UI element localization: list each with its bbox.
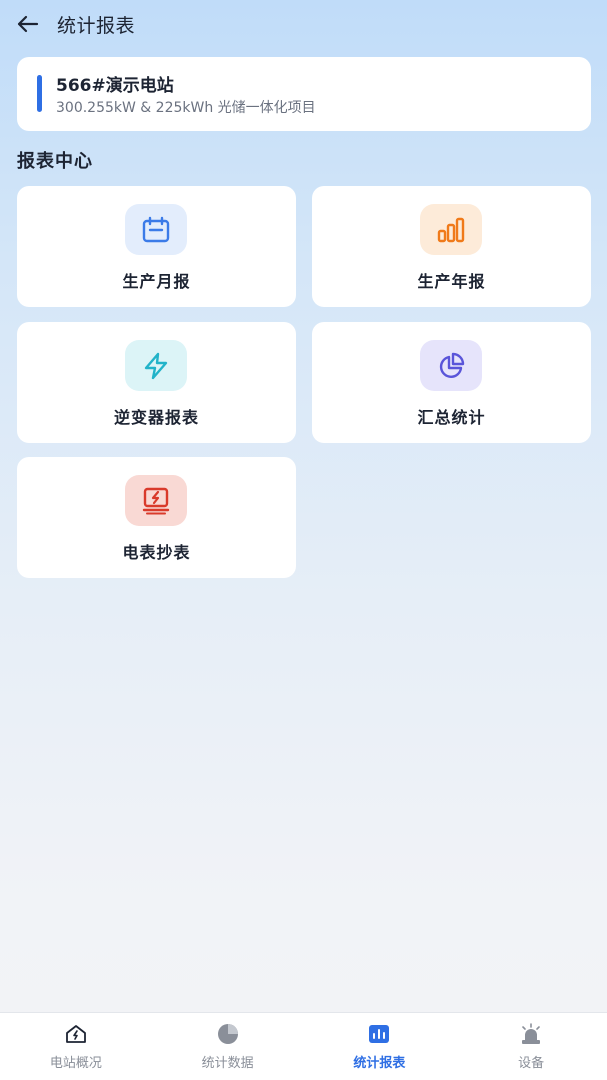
nav-label: 电站概况 xyxy=(49,1056,102,1071)
nav-label: 设备 xyxy=(518,1056,545,1071)
nav-item-station-overview[interactable]: 电站概况 xyxy=(0,1013,152,1080)
tile-meter-reading[interactable]: 电表抄表 xyxy=(17,457,296,578)
arrow-left-icon xyxy=(17,15,39,33)
nav-label: 统计报表 xyxy=(353,1056,406,1071)
nav-item-statistics-data[interactable]: 统计数据 xyxy=(152,1013,304,1080)
station-description: 300.255kW & 225kWh 光储一体化项目 xyxy=(56,100,316,116)
tile-label: 生产年报 xyxy=(417,272,486,291)
report-chart-icon xyxy=(367,1023,391,1045)
station-accent-bar xyxy=(37,75,42,112)
tile-label: 汇总统计 xyxy=(417,408,486,427)
pie-chart-icon xyxy=(216,1023,240,1045)
alarm-light-icon xyxy=(519,1023,543,1045)
nav-label: 统计数据 xyxy=(201,1056,254,1071)
station-card[interactable]: 566#演示电站 300.255kW & 225kWh 光储一体化项目 xyxy=(17,57,591,131)
bar-chart-icon xyxy=(420,204,482,255)
section-title: 报表中心 xyxy=(17,151,93,172)
calendar-icon xyxy=(125,204,187,255)
tile-annual-production-report[interactable]: 生产年报 xyxy=(312,186,591,307)
page-title: 统计报表 xyxy=(57,15,136,37)
tile-summary-statistics[interactable]: 汇总统计 xyxy=(312,322,591,443)
app-header: 统计报表 xyxy=(0,0,607,48)
tile-label: 逆变器报表 xyxy=(113,408,199,427)
tile-inverter-report[interactable]: 逆变器报表 xyxy=(17,322,296,443)
tile-label: 电表抄表 xyxy=(122,543,191,562)
back-button[interactable] xyxy=(14,10,42,38)
nav-item-statistics-report[interactable]: 统计报表 xyxy=(304,1013,456,1080)
tile-monthly-production-report[interactable]: 生产月报 xyxy=(17,186,296,307)
tile-label: 生产月报 xyxy=(122,272,191,291)
lightning-icon xyxy=(125,340,187,391)
meter-icon xyxy=(125,475,187,526)
nav-item-devices[interactable]: 设备 xyxy=(455,1013,607,1080)
bottom-navigation: 电站概况 统计数据 统计报表 设备 xyxy=(0,1012,607,1080)
home-icon xyxy=(64,1023,88,1045)
station-name: 566#演示电站 xyxy=(56,76,174,96)
pie-chart-icon xyxy=(420,340,482,391)
